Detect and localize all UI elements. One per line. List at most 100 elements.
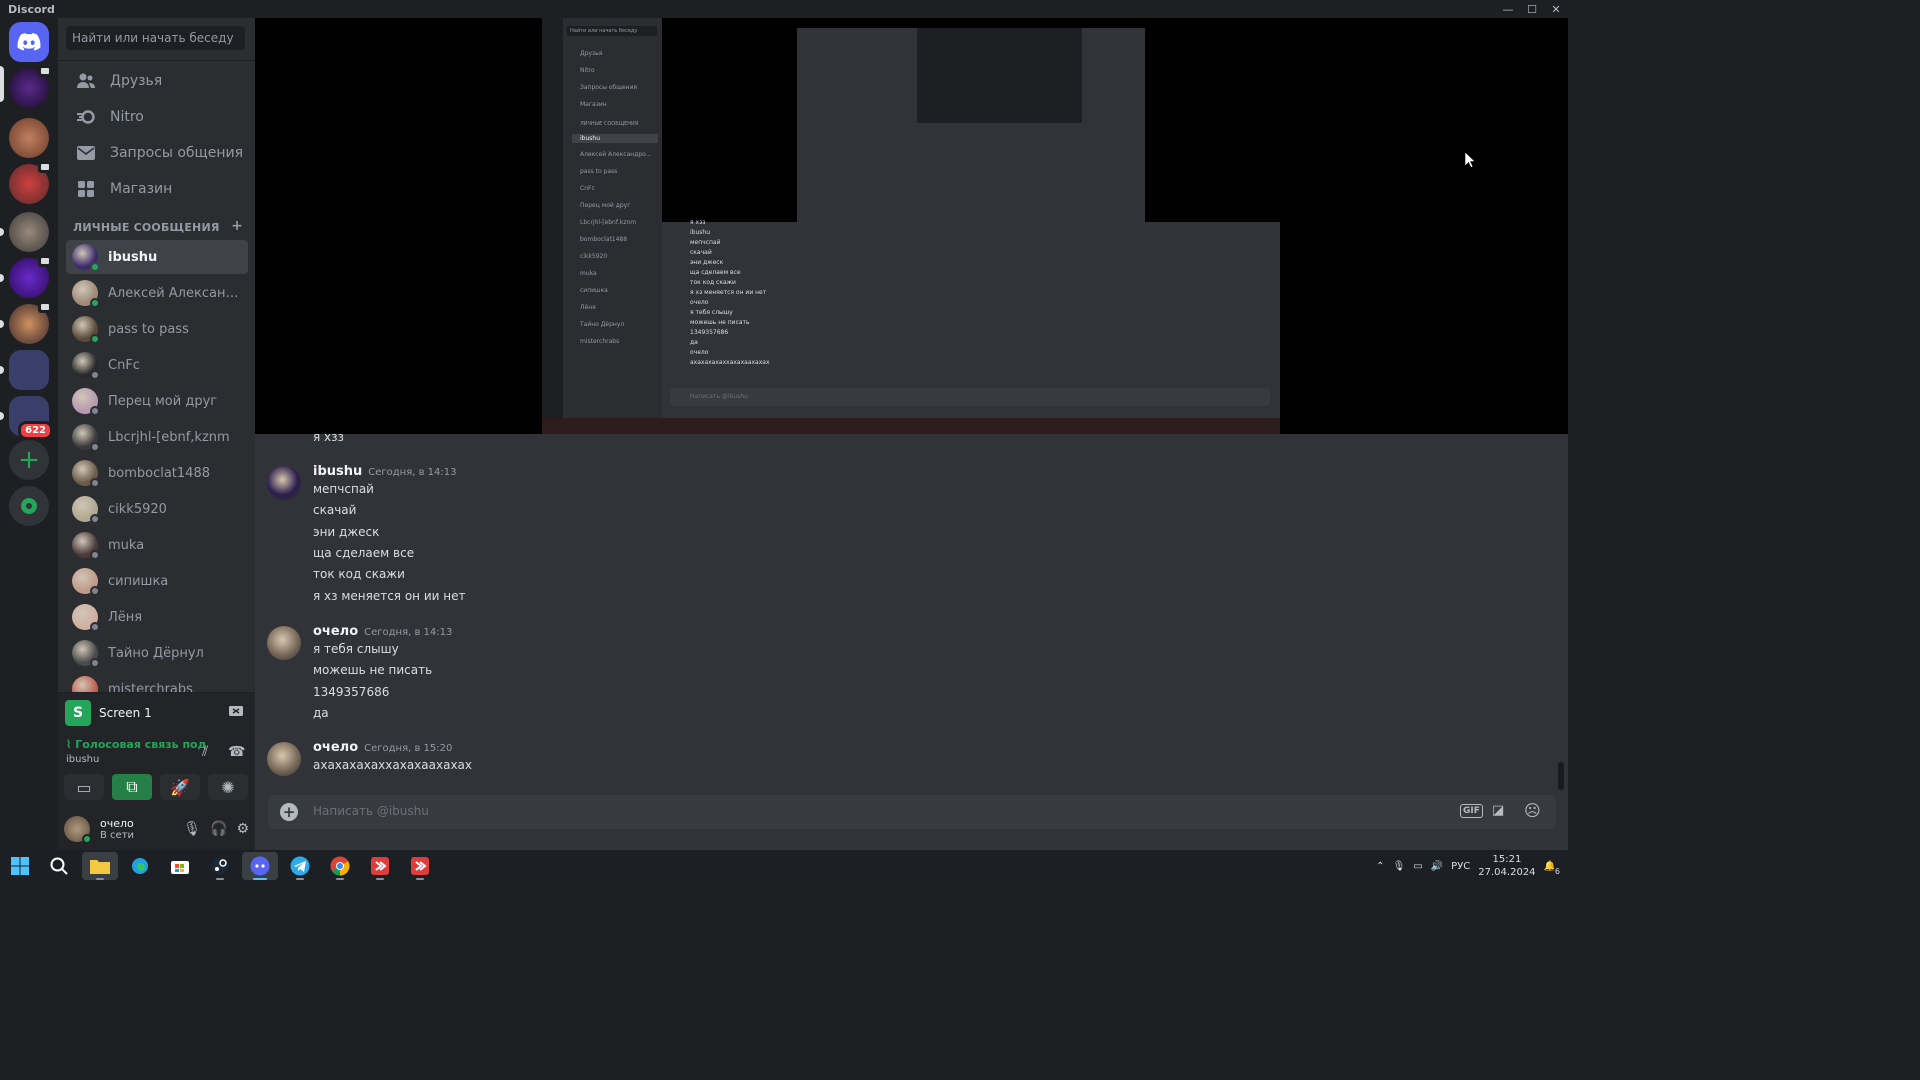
status-dot <box>90 658 100 668</box>
user-status: В сети <box>100 830 135 841</box>
dm-item[interactable]: Алексей Александро... <box>66 276 248 310</box>
preview-search: Найти или начать беседу <box>567 26 657 36</box>
camera-off-icon: ▭ <box>76 777 92 797</box>
message-avatar[interactable] <box>267 466 301 500</box>
chevron-up-icon[interactable]: ⌃ <box>1376 861 1384 872</box>
status-dot <box>90 262 100 272</box>
dm-item[interactable]: muka <box>66 528 248 562</box>
dm-item[interactable]: Перец мой друг <box>66 384 248 418</box>
message-header: ibushu Сегодня, в 14:13 <box>313 464 457 479</box>
dm-item[interactable]: cikk5920 <box>66 492 248 526</box>
language-indicator[interactable]: РУС <box>1451 861 1470 872</box>
dm-item[interactable]: bomboclat1488 <box>66 456 248 490</box>
noise-suppression-icon[interactable]: ⫽ <box>202 744 208 760</box>
server-icon[interactable] <box>9 255 52 298</box>
server-icon[interactable] <box>9 301 52 344</box>
avatar <box>72 496 100 524</box>
taskbar-chrome[interactable] <box>322 852 358 880</box>
server-icon[interactable] <box>9 212 49 252</box>
message-line: да <box>313 705 329 720</box>
taskbar-app-red-2[interactable] <box>402 852 438 880</box>
voice-status[interactable]: ⌇ Голосовая связь под <box>66 738 207 751</box>
server-icon[interactable] <box>9 118 49 158</box>
microphone-icon[interactable]: 🎙 <box>183 821 201 837</box>
notifications-icon[interactable]: 🔔 6 <box>1544 861 1562 876</box>
dm-item[interactable]: CnFc <box>66 348 248 382</box>
user-avatar[interactable] <box>64 816 92 844</box>
taskbar-steam[interactable] <box>202 852 238 880</box>
taskbar-explorer[interactable] <box>82 852 118 880</box>
user-info[interactable]: очело В сети <box>100 817 134 841</box>
dm-item[interactable]: Тайно Дёрнул <box>66 636 248 670</box>
dm-item[interactable]: pass to pass <box>66 312 248 346</box>
server-icon[interactable] <box>9 65 52 108</box>
server-folder[interactable]: 622 <box>9 396 53 440</box>
dm-item[interactable]: misterchrabs <box>66 672 248 692</box>
message-timestamp: Сегодня, в 14:13 <box>364 627 453 638</box>
taskbar-edge[interactable] <box>122 852 158 880</box>
screen-share-button[interactable]: ⧉ <box>112 774 152 800</box>
stream-viewer[interactable]: Найти или начать беседу Друзья Nitro Запро… <box>255 18 1568 434</box>
microphone-tray-icon[interactable]: 🎙 <box>1393 861 1406 872</box>
avatar <box>72 640 100 668</box>
explore-servers-button[interactable] <box>9 486 49 526</box>
add-server-button[interactable]: + <box>9 440 49 480</box>
soundboard-button[interactable]: ✺ <box>208 774 248 800</box>
close-button[interactable]: ✕ <box>1544 0 1568 18</box>
dm-item[interactable]: Lbcrjhl-[ebnf,kznm <box>66 420 248 454</box>
message-input[interactable]: Написать @ibushu <box>313 804 429 818</box>
preview-sidebar: Найти или начать беседу <box>563 18 662 418</box>
status-dot <box>90 622 100 632</box>
message-author[interactable]: очело <box>313 624 358 639</box>
disconnect-icon[interactable]: ☎ <box>228 744 245 760</box>
preview-message-line: эни джеск <box>690 259 724 266</box>
stream-preview: Найти или начать беседу Друзья Nitro Запро… <box>542 18 1280 434</box>
scrollbar[interactable] <box>1558 762 1564 790</box>
sticker-icon[interactable]: ◪ <box>1492 803 1504 818</box>
attach-plus-button[interactable]: + <box>280 803 298 821</box>
dm-item[interactable]: сипишка <box>66 564 248 598</box>
preview-dm-item: pass to pass <box>580 168 618 175</box>
stop-stream-icon[interactable] <box>229 703 243 722</box>
message-author[interactable]: очело <box>313 740 358 755</box>
taskbar-store[interactable] <box>162 852 198 880</box>
store-icon <box>171 861 189 874</box>
preview-dm-item: cikk5920 <box>580 253 608 260</box>
clock[interactable]: 15:21 27.04.2024 <box>1478 853 1535 879</box>
discord-home-button[interactable] <box>9 22 49 62</box>
message-avatar[interactable] <box>267 742 301 776</box>
message-author[interactable]: ibushu <box>313 464 362 479</box>
windows-start-button[interactable] <box>2 852 38 880</box>
dm-name: Перец мой друг <box>108 393 218 409</box>
preview-dm-item: misterchrabs <box>580 338 620 345</box>
taskbar-discord[interactable] <box>242 852 278 880</box>
system-tray: ⌃ 🎙 ▭ 🔊 РУС 15:21 27.04.2024 🔔 6 <box>1376 850 1568 882</box>
camera-toggle-button[interactable]: ▭ <box>64 774 104 800</box>
dm-item[interactable]: ibushu <box>66 240 248 274</box>
voice-channel[interactable]: ibushu <box>66 754 99 765</box>
minimize-button[interactable]: — <box>1496 0 1520 18</box>
emoji-icon[interactable]: ☹ <box>1524 801 1541 820</box>
server-icon[interactable] <box>9 161 52 204</box>
network-icon[interactable]: ▭ <box>1413 861 1422 872</box>
headphones-icon[interactable]: 🎧 <box>210 821 227 837</box>
preview-message-line: можешь не писать <box>690 319 750 326</box>
preview-message-line: ibushu <box>690 229 711 236</box>
maximize-button[interactable]: ☐ <box>1520 0 1544 18</box>
gif-button[interactable]: GIF <box>1460 804 1483 818</box>
unread-pill <box>0 274 4 282</box>
server-folder[interactable] <box>9 350 49 390</box>
dm-item[interactable]: Лёня <box>66 600 248 634</box>
preview-taskbar <box>542 418 1280 434</box>
taskbar-search-button[interactable] <box>41 852 77 880</box>
preview-dm-item: muka <box>580 270 597 277</box>
message-timestamp: Сегодня, в 15:20 <box>364 743 453 754</box>
activities-button[interactable]: 🚀 <box>160 774 200 800</box>
message-timestamp: Сегодня, в 14:13 <box>368 467 457 478</box>
volume-icon[interactable]: 🔊 <box>1431 861 1443 872</box>
gear-icon[interactable]: ⚙ <box>236 821 249 837</box>
message-avatar[interactable] <box>267 626 301 660</box>
taskbar-telegram[interactable] <box>282 852 318 880</box>
taskbar-app-red[interactable] <box>362 852 398 880</box>
windows-taskbar: ⌃ 🎙 ▭ 🔊 РУС 15:21 27.04.2024 🔔 6 <box>0 850 1568 882</box>
